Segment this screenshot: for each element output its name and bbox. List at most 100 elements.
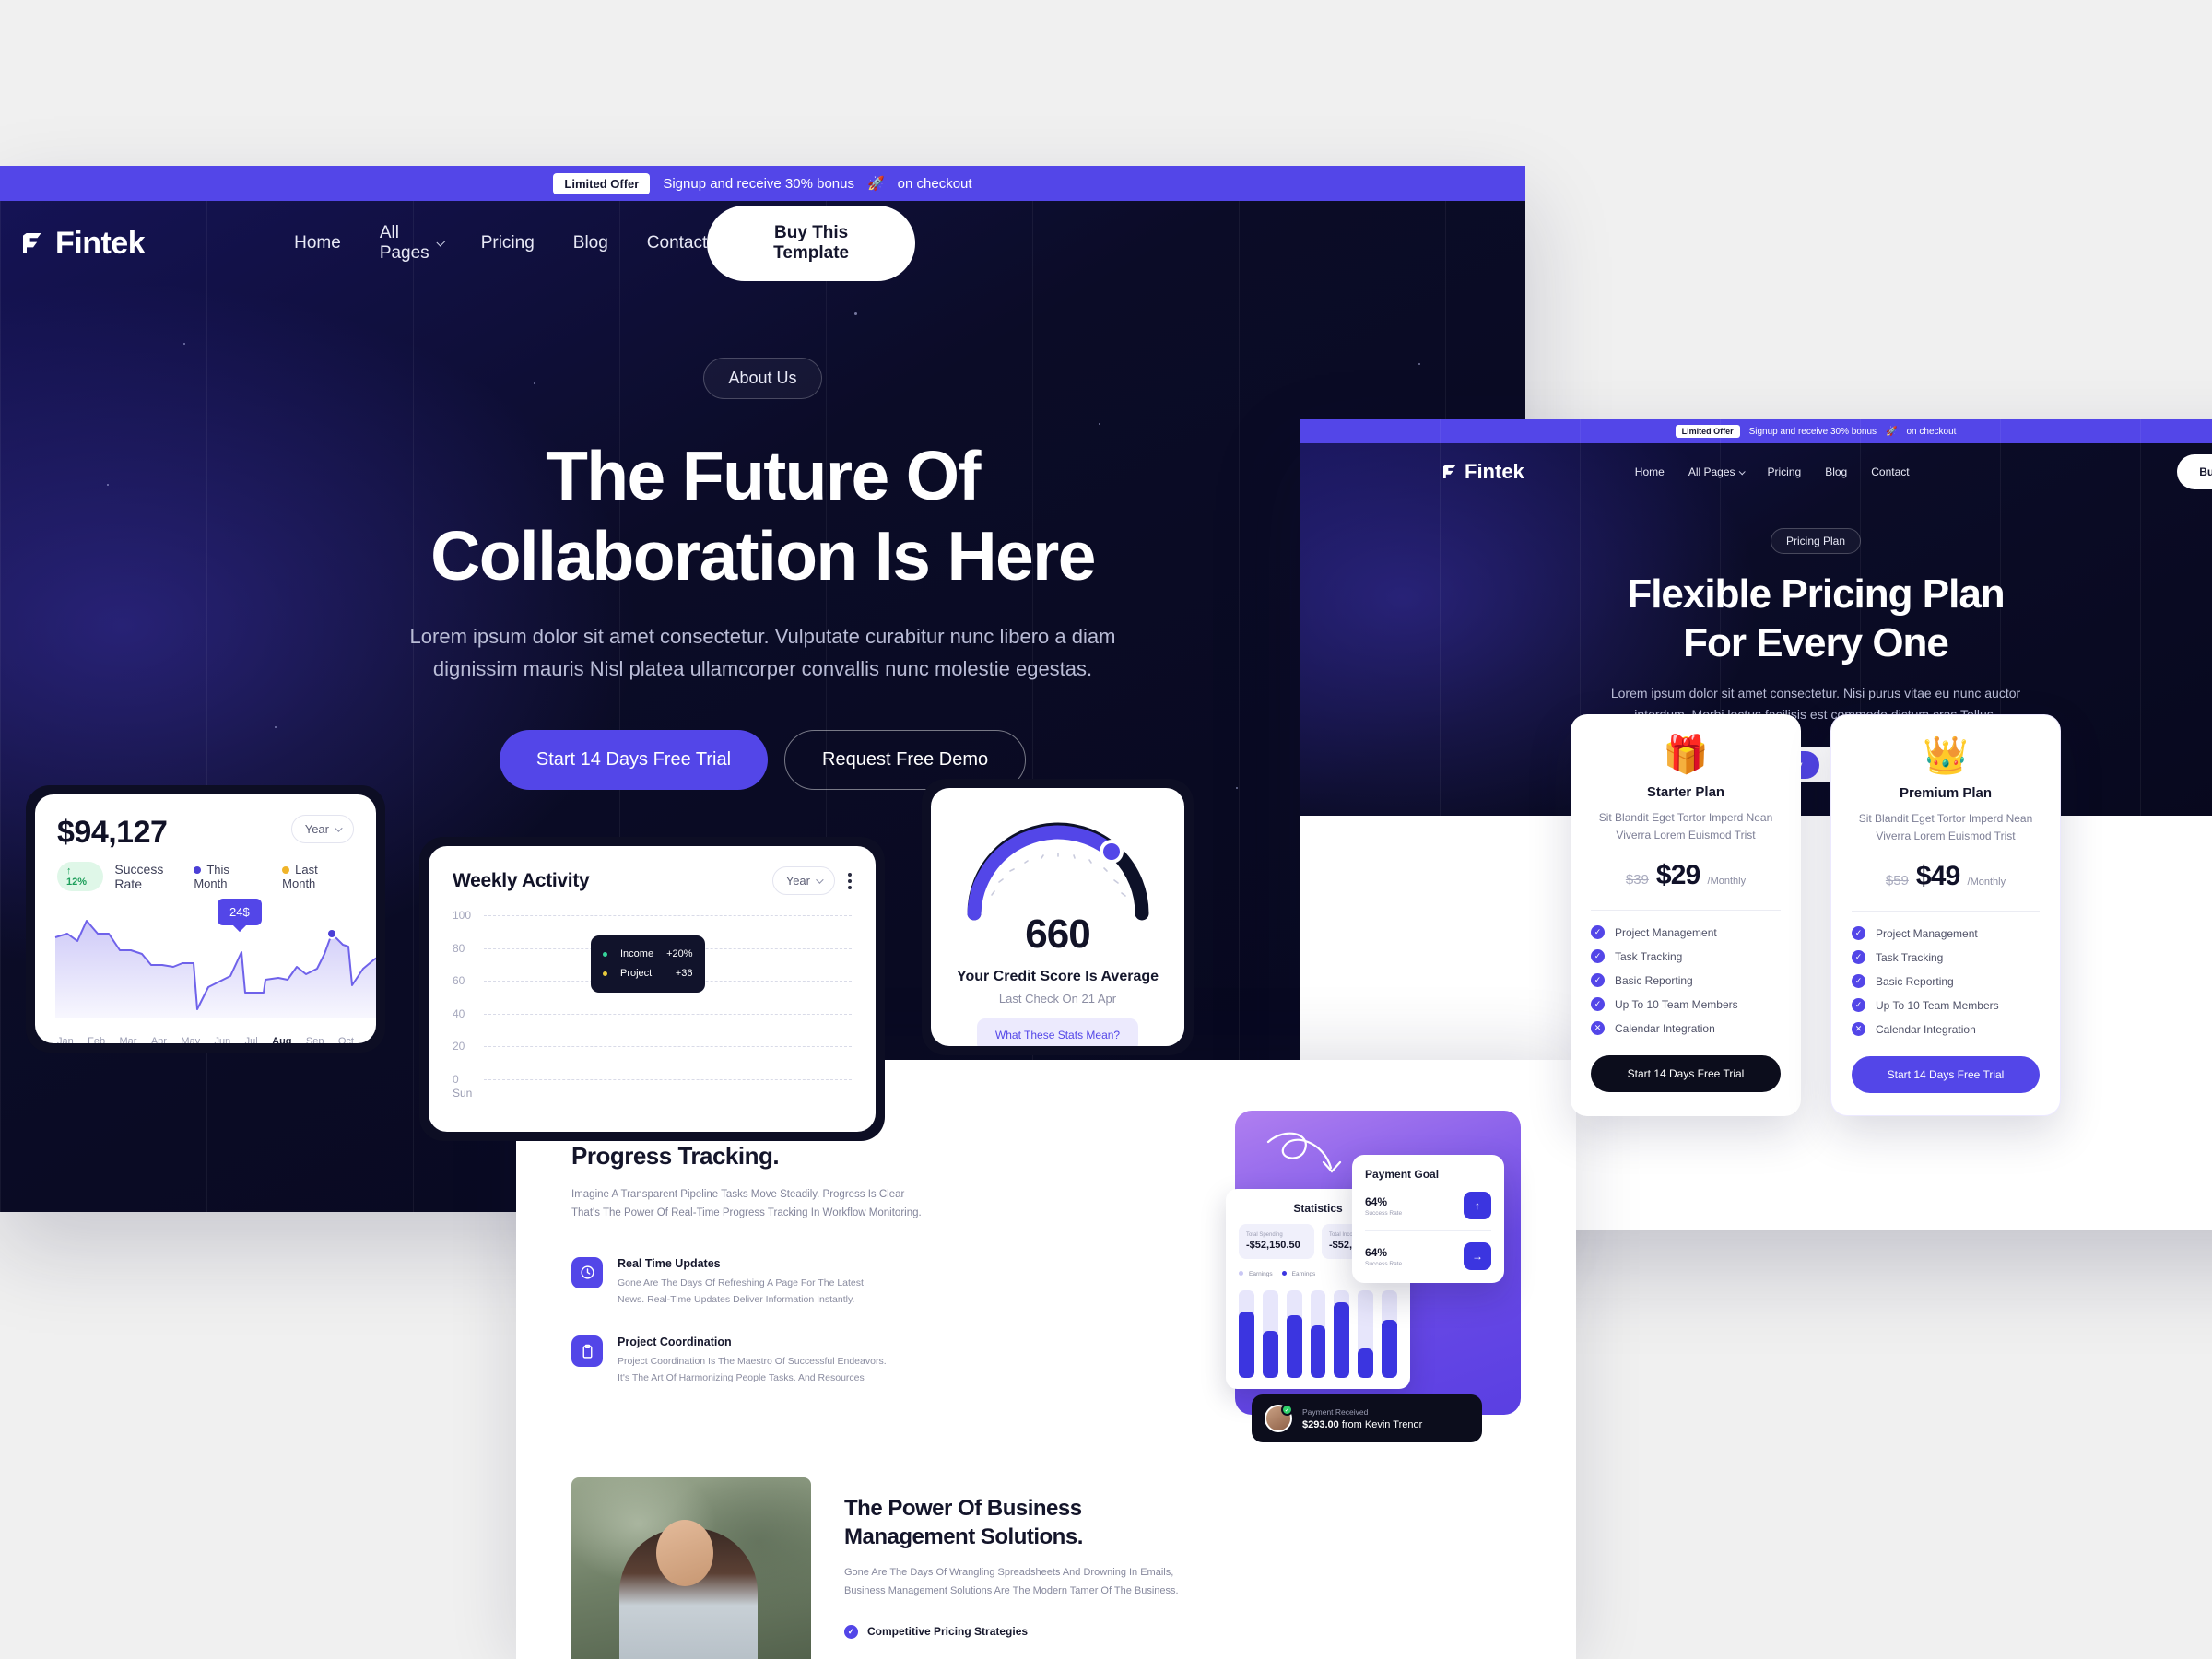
nav-item-contact[interactable]: Contact (647, 223, 707, 264)
payment-received-toast: ✓ Payment Received $293.00 from Kevin Tr… (1252, 1394, 1482, 1442)
credit-score-gauge (961, 814, 1155, 921)
divider (1852, 911, 2040, 912)
nav-item-pricing[interactable]: Pricing (1768, 465, 1802, 478)
hero-title-line2: Collaboration Is Here (430, 517, 1096, 594)
pricing-nav-links: Home All Pages Pricing Blog Contact (1635, 465, 1910, 478)
screenshot-stage: Limited Offer Signup and receive 30% bon… (0, 0, 2212, 1659)
arrow-right-icon[interactable]: → (1464, 1242, 1491, 1270)
stat-bar (1310, 1290, 1326, 1378)
premium-plan-cta-button[interactable]: Start 14 Days Free Trial (1852, 1056, 2040, 1094)
hero-title: The Future Of Collaboration Is Here (0, 436, 1525, 596)
nav-item-pricing[interactable]: Pricing (481, 223, 535, 264)
weekly-activity-title: Weekly Activity (453, 869, 590, 891)
section2-paragraph: Gone Are The Days Of Wrangling Spreadshe… (844, 1567, 1179, 1597)
stat-bar (1262, 1290, 1278, 1378)
plan-description: Sit Blandit Eget Tortor Imperd Nean Viver… (1598, 811, 1773, 841)
buy-this-template-button[interactable]: Buy This Template (707, 206, 915, 281)
avatar: ✓ (1265, 1404, 1293, 1432)
offer-text-tail: on checkout (897, 175, 972, 192)
feature-row: ✓ Basic Reporting (1591, 973, 1781, 988)
features-list: Real Time Updates Gone Are The Days Of R… (571, 1256, 935, 1387)
plan-features: ✓ Project Management ✓ Task Tracking ✓ Basi… (1591, 925, 1781, 1036)
feature-title: Real Time Updates (618, 1256, 721, 1270)
feature-row: ✓ Project Management (1852, 926, 2040, 941)
cross-icon: ✕ (1591, 1021, 1605, 1036)
credit-score-last-check: Last Check On 21 Apr (998, 992, 1117, 1006)
rocket-icon: 🚀 (866, 176, 885, 192)
feature-item-project-coordination: Project Coordination Project Coordinatio… (571, 1335, 935, 1387)
buy-this-template-button[interactable]: Buy This Template (2177, 454, 2212, 489)
weekly-bar-chart: 100 80 60 40 20 0 Income +20% Project +3… (453, 909, 852, 1086)
gift-icon: 🎁 (1663, 735, 1709, 775)
cross-icon: ✕ (1852, 1022, 1865, 1037)
bullet-row: ✓ Competitive Pricing Strategies (844, 1624, 1179, 1639)
nav-item-all-pages[interactable]: All Pages (380, 223, 446, 264)
check-icon: ✓ (1591, 949, 1605, 964)
brand-name: Fintek (55, 225, 146, 261)
features-paragraph: Imagine A Transparent Pipeline Tasks Mov… (571, 1188, 922, 1218)
divider (1365, 1230, 1491, 1231)
what-these-stats-mean-button[interactable]: What These Stats Mean? (976, 1018, 1139, 1046)
revenue-x-axis: Jan Feb Mar Apr May Jun Jul Aug Sep Oct (35, 1030, 376, 1043)
hero-paragraph-line2: dignissim mauris Nisl platea ullamcorper… (432, 656, 1093, 680)
pricing-navbar: Fintek Home All Pages Pricing Blog Conta… (1300, 443, 2212, 500)
pricing-title-line1: Flexible Pricing Plan (1627, 571, 2005, 617)
brand-logo[interactable]: Fintek (20, 225, 146, 262)
home-navbar: Fintek Home All Pages Pricing Blog Conta… (0, 201, 1525, 286)
weekly-more-options-icon[interactable] (848, 872, 852, 889)
check-icon: ✓ (1852, 926, 1865, 941)
plan-period: /Monthly (1967, 877, 2006, 888)
nav-item-blog[interactable]: Blog (1825, 465, 1847, 478)
fintek-logo-icon (1441, 464, 1458, 480)
toast-label: Payment Received (1302, 1406, 1369, 1417)
nav-item-blog[interactable]: Blog (573, 223, 608, 264)
check-icon: ✓ (1852, 950, 1865, 965)
plan-current-price: $29 (1655, 860, 1700, 891)
section2-title: The Power Of Business Management Solution… (844, 1496, 1083, 1550)
hero-paragraph: Lorem ipsum dolor sit amet consectetur. … (0, 621, 1525, 686)
home-nav-links: Home All Pages Pricing Blog Contact (294, 223, 707, 264)
plan-old-price: $59 (1885, 873, 1909, 889)
payment-goal-row: 64% Success Rate ↑ (1365, 1192, 1491, 1219)
tooltip-row: Income +20% (603, 945, 693, 964)
tooltip-row: Project +36 (603, 964, 693, 983)
start-free-trial-button[interactable]: Start 14 Days Free Trial (499, 729, 769, 790)
nav-item-home[interactable]: Home (294, 223, 341, 264)
feature-row: ✓ Task Tracking (1852, 950, 2040, 965)
brand-logo[interactable]: Fintek (1441, 460, 1524, 484)
legend-dot-icon (194, 866, 202, 874)
brand-name: Fintek (1465, 460, 1524, 483)
feature-description: Gone Are The Days Of Refreshing A Page F… (618, 1277, 864, 1305)
starter-plan-cta-button[interactable]: Start 14 Days Free Trial (1591, 1055, 1781, 1093)
plan-period: /Monthly (1707, 876, 1747, 888)
offer-text: Signup and receive 30% bonus (663, 175, 854, 192)
pricing-eyebrow-badge[interactable]: Pricing Plan (1770, 528, 1862, 554)
stat-bar (1358, 1290, 1374, 1378)
payment-goal-row: 64% Success Rate → (1365, 1242, 1491, 1270)
revenue-amount: $94,127 (57, 815, 168, 850)
nav-item-home[interactable]: Home (1635, 465, 1665, 478)
weekly-range-select[interactable]: Year (771, 866, 835, 895)
revenue-range-select[interactable]: Year (290, 815, 354, 843)
feature-row: ✓ Task Tracking (1591, 949, 1781, 964)
plan-name: Starter Plan (1646, 784, 1725, 800)
toast-value: $293.00 from Kevin Trenor (1302, 1418, 1423, 1430)
nav-item-contact[interactable]: Contact (1871, 465, 1909, 478)
fintek-logo-icon (20, 231, 45, 256)
feature-description: Project Coordination Is The Maestro Of S… (618, 1356, 887, 1384)
business-photo (571, 1477, 811, 1659)
crown-icon: 👑 (1923, 735, 1969, 776)
feature-row: ✕ Calendar Integration (1852, 1022, 2040, 1037)
plan-card-starter: 🎁 Starter Plan Sit Blandit Eget Tortor I… (1571, 714, 1801, 1117)
plan-old-price: $39 (1625, 872, 1649, 888)
hero-eyebrow-badge[interactable]: About Us (703, 358, 822, 399)
chevron-down-icon (335, 823, 343, 832)
revenue-dashboard-card: $94,127 Year ↑ 12% Success Rate This Mon… (26, 785, 385, 1053)
legend-dot-icon (603, 971, 607, 976)
plan-features: ✓ Project Management ✓ Task Tracking ✓ Basi… (1852, 926, 2040, 1037)
plan-name: Premium Plan (1899, 785, 1993, 801)
nav-item-all-pages[interactable]: All Pages (1688, 465, 1746, 478)
arrow-up-icon[interactable]: ↑ (1464, 1192, 1491, 1219)
plan-price: $39 $29 /Monthly (1591, 860, 1781, 891)
limited-offer-badge: Limited Offer (553, 172, 651, 194)
